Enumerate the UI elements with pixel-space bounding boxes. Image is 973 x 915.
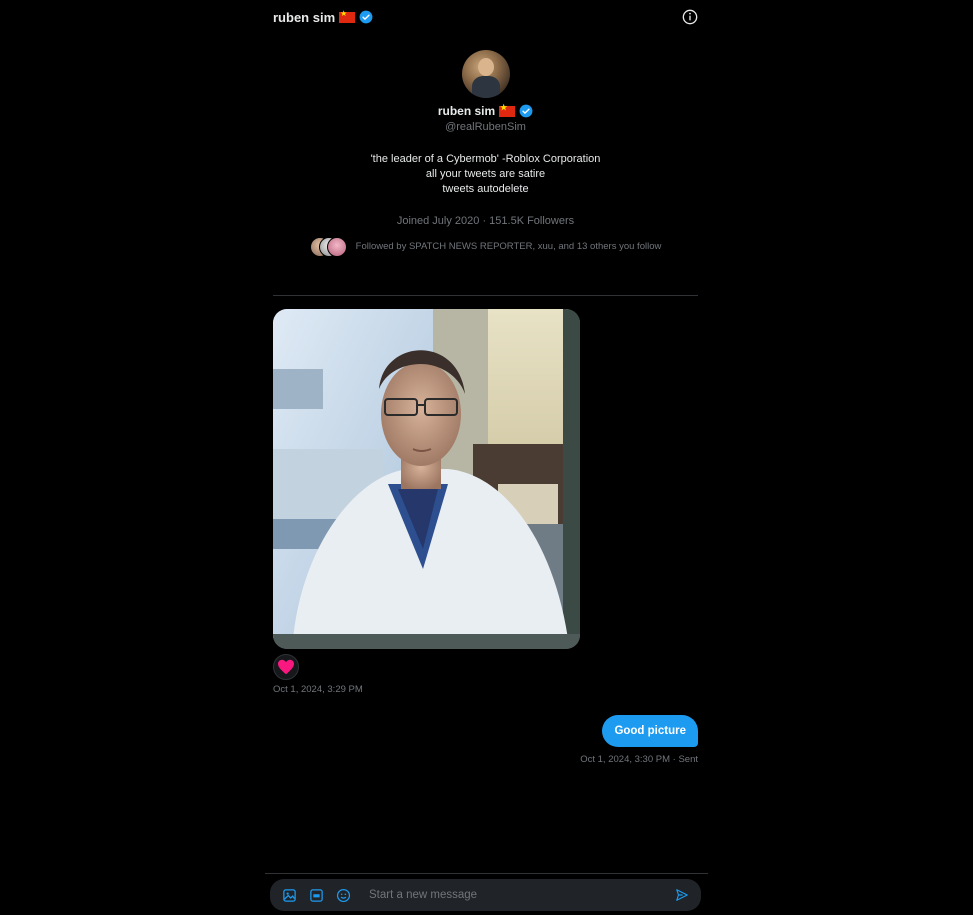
divider	[273, 295, 698, 296]
follower-avatars	[309, 237, 347, 257]
bio-line: tweets autodelete	[442, 183, 529, 195]
photo-illustration	[273, 309, 580, 649]
emoji-icon[interactable]	[334, 886, 352, 904]
info-icon[interactable]	[682, 9, 698, 25]
image-icon[interactable]	[280, 886, 298, 904]
sent-message-text: Good picture	[614, 725, 686, 737]
sent-message-bubble[interactable]: Good picture	[602, 715, 698, 747]
conversation-header: ruben sim	[273, 6, 698, 28]
divider	[265, 873, 708, 874]
gif-icon[interactable]	[307, 886, 325, 904]
flag-china-icon	[339, 9, 356, 23]
avatar[interactable]	[461, 50, 510, 98]
sent-timestamp: Oct 1, 2024, 3:30 PM · Sent	[580, 754, 698, 765]
message-image[interactable]	[273, 309, 580, 649]
profile-bio: 'the leader of a Cybermob' -Roblox Corpo…	[273, 152, 698, 197]
bio-line: 'the leader of a Cybermob' -Roblox Corpo…	[370, 153, 601, 165]
heart-icon	[278, 659, 294, 675]
message-composer	[270, 879, 701, 911]
header-name[interactable]: ruben sim	[273, 10, 335, 25]
message-timestamp: Oct 1, 2024, 3:29 PM	[273, 684, 363, 695]
avatar	[326, 237, 347, 257]
profile-handle: @realRubenSim	[445, 121, 526, 133]
verified-badge-icon	[359, 10, 373, 24]
send-icon[interactable]	[673, 886, 691, 904]
followed-by[interactable]: Followed by SPATCH NEWS REPORTER, xuu, a…	[273, 237, 698, 257]
joined-followers: Joined July 2020 · 151.5K Followers	[396, 215, 575, 227]
flag-china-icon	[499, 103, 516, 117]
followed-by-text: Followed by SPATCH NEWS REPORTER, xuu, a…	[355, 240, 662, 252]
bio-line: all your tweets are satire	[425, 168, 546, 180]
profile-name[interactable]: ruben sim	[438, 104, 495, 118]
profile-name-row: ruben sim	[273, 103, 698, 118]
verified-badge-icon	[519, 104, 533, 118]
heart-reaction[interactable]	[273, 654, 299, 680]
message-input[interactable]	[361, 889, 673, 901]
profile-summary: ruben sim @realRubenSim 'the leader of a…	[273, 50, 698, 257]
